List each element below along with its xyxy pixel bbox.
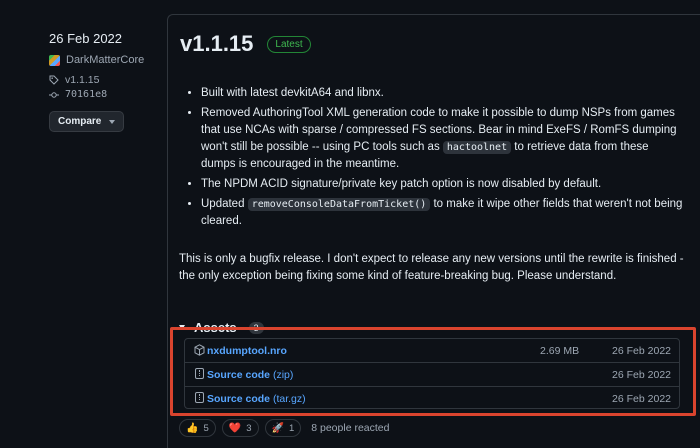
asset-size: 2.69 MB — [540, 344, 580, 357]
reaction-rocket[interactable]: 🚀 1 — [264, 419, 302, 437]
asset-row[interactable]: nxdumptool.nro 2.69 MB 26 Feb 2022 — [185, 339, 679, 363]
author-link[interactable]: DarkMatterCore — [49, 54, 159, 66]
file-zip-icon — [195, 392, 204, 403]
commit-link[interactable]: 70161e8 — [49, 89, 159, 100]
compare-button[interactable]: Compare — [49, 111, 125, 132]
release-paragraph: This is only a bugfix release. I don't e… — [179, 253, 684, 282]
note-item: Built with latest devkitA64 and libnx. — [201, 85, 684, 102]
avatar — [49, 54, 60, 66]
asset-row[interactable]: Source code (tar.gz) 26 Feb 2022 — [185, 387, 679, 408]
note-item: Removed AuthoringTool XML generation cod… — [201, 105, 684, 173]
commit-icon — [49, 91, 59, 98]
assets-highlight-box: nxdumptool.nro 2.69 MB 26 Feb 2022 Sourc… — [170, 327, 696, 416]
rocket-icon: 🚀 — [271, 422, 284, 434]
reactions-bar: 👍 5 ❤️ 3 🚀 1 8 people reacted — [179, 419, 389, 437]
chevron-down-icon — [109, 119, 116, 124]
compare-label: Compare — [58, 116, 102, 127]
package-icon — [194, 344, 205, 356]
note-item: Updated removeConsoleDataFromTicket() to… — [201, 196, 684, 230]
file-zip-icon — [195, 368, 204, 379]
tag-icon — [49, 75, 59, 85]
reaction-thumbs-up[interactable]: 👍 5 — [179, 419, 216, 437]
asset-row[interactable]: Source code (zip) 26 Feb 2022 — [185, 363, 679, 387]
heart-icon: ❤️ — [228, 422, 242, 434]
release-title[interactable]: v1.1.15 — [180, 31, 253, 57]
asset-link[interactable]: nxdumptool.nro — [207, 345, 287, 357]
author-name: DarkMatterCore — [66, 54, 145, 66]
inline-code: removeConsoleDataFromTicket() — [247, 198, 431, 211]
release-date: 26 Feb 2022 — [49, 31, 123, 46]
asset-date: 26 Feb 2022 — [612, 368, 671, 381]
assets-list: nxdumptool.nro 2.69 MB 26 Feb 2022 Sourc… — [184, 338, 680, 409]
asset-date: 26 Feb 2022 — [612, 392, 671, 405]
note-item: The NPDM ACID signature/private key patc… — [201, 176, 684, 193]
release-notes: Built with latest devkitA64 and libnx. R… — [184, 85, 684, 233]
tag-link[interactable]: v1.1.15 — [49, 74, 159, 86]
asset-date: 26 Feb 2022 — [612, 344, 671, 357]
commit-hash: 70161e8 — [65, 89, 108, 100]
latest-badge: Latest — [267, 35, 311, 53]
reaction-heart[interactable]: ❤️ 3 — [221, 419, 259, 437]
inline-code: hactoolnet — [442, 141, 512, 154]
asset-link[interactable]: Source code (tar.gz) — [207, 393, 306, 405]
thumbs-up-icon: 👍 — [186, 422, 199, 434]
asset-link[interactable]: Source code (zip) — [207, 369, 293, 381]
tag-name: v1.1.15 — [65, 74, 100, 86]
reactions-summary: 8 people reacted — [311, 422, 390, 434]
release-sidebar: 26 Feb 2022 DarkMatterCore v1.1.15 70161… — [49, 31, 159, 132]
release-card: v1.1.15 Latest Built with latest devkitA… — [167, 14, 700, 448]
